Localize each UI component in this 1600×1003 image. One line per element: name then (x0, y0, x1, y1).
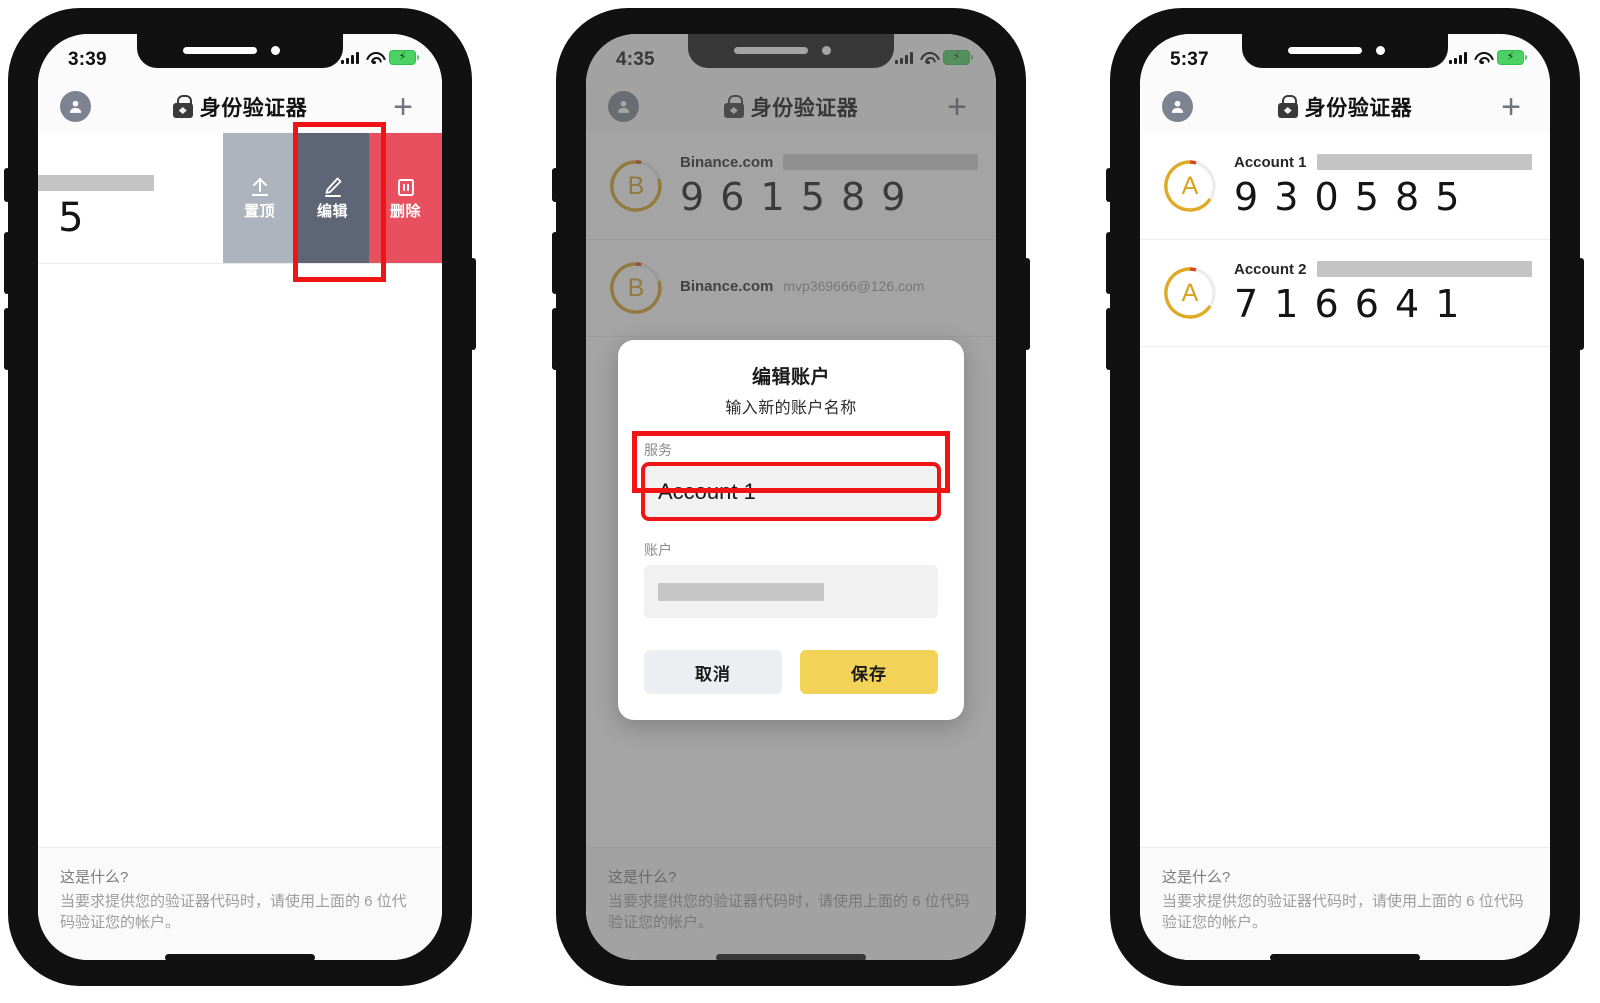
otp-code: 9 3 0 5 8 5 (1234, 175, 1462, 219)
mute-switch[interactable] (4, 168, 10, 202)
volume-up-button[interactable] (552, 232, 558, 294)
phone-1: 3:39 ⚡ 身份验证器 + 5 置顶 编辑 删除 这是什么? 当要求提供您的验… (4, 8, 476, 986)
edit-account-dialog: 编辑账户 输入新的账户名称 服务 Account 1 账户 取消 保存 (618, 340, 964, 720)
add-account-button[interactable]: + (388, 90, 418, 124)
cellular-signal-icon (341, 51, 359, 64)
account-name-mask (1316, 154, 1532, 170)
otp-progress-ring: A (1162, 265, 1218, 321)
battery-charging-icon: ⚡ (1497, 50, 1527, 65)
notch (137, 34, 343, 68)
account-input-mask (658, 582, 824, 601)
status-time: 5:37 (1170, 49, 1209, 70)
pin-to-top-label: 置顶 (243, 203, 275, 220)
phone-2: 4:35 ⚡ 身份验证器 + (552, 8, 1030, 986)
account-name-mask (38, 175, 154, 191)
status-time: 3:39 (68, 49, 107, 70)
trash-icon (394, 175, 418, 199)
account-header: Account 1 (1234, 153, 1532, 171)
save-button[interactable]: 保存 (800, 650, 938, 694)
earpiece-speaker (183, 47, 257, 54)
edit-action-highlight (293, 122, 386, 282)
otp-code: 7 1 6 6 4 1 (1234, 282, 1462, 326)
account-avatar-icon[interactable] (60, 91, 91, 122)
page-title: 身份验证器 (199, 96, 308, 120)
help-answer: 当要求提供您的验证器代码时，请使用上面的 6 位代码验证您的帐户。 (1162, 892, 1524, 932)
help-question: 这是什么? (1162, 868, 1231, 886)
phone-3-screen: 5:37 ⚡ 身份验证器 + A Account 1 9 3 0 5 8 5 A… (1140, 34, 1550, 960)
wifi-icon (1474, 52, 1490, 65)
volume-up-button[interactable] (4, 232, 10, 294)
list-item[interactable]: A Account 2 7 1 6 6 4 1 (1140, 240, 1550, 347)
front-camera (271, 46, 280, 55)
account-info: Account 2 7 1 6 6 4 1 (1234, 260, 1532, 326)
volume-up-button[interactable] (1106, 232, 1112, 294)
add-account-button[interactable]: + (1496, 90, 1526, 124)
account-avatar-icon[interactable] (1162, 91, 1193, 122)
dialog-subtitle: 输入新的账户名称 (725, 400, 857, 417)
otp-code-partial: 9 5 (38, 195, 87, 241)
delete-action-label: 删除 (389, 203, 421, 220)
power-button[interactable] (1578, 258, 1584, 350)
phone-2-screen: 4:35 ⚡ 身份验证器 + (586, 34, 996, 960)
cancel-button[interactable]: 取消 (644, 650, 782, 694)
mute-switch[interactable] (552, 168, 558, 202)
power-button[interactable] (1024, 258, 1030, 350)
wifi-icon (366, 52, 382, 65)
lock-icon (1277, 95, 1298, 118)
list-item[interactable]: A Account 1 9 3 0 5 8 5 (1140, 133, 1550, 240)
help-answer: 当要求提供您的验证器代码时，请使用上面的 6 位代码验证您的帐户。 (60, 892, 407, 932)
notch (1242, 34, 1448, 68)
home-indicator (1270, 954, 1420, 960)
battery-charging-icon: ⚡ (389, 50, 419, 65)
account-header: Account 2 (1234, 260, 1532, 278)
front-camera (1376, 46, 1385, 55)
arrow-up-icon (248, 175, 272, 199)
mute-switch[interactable] (1106, 168, 1112, 202)
home-indicator (165, 954, 315, 960)
account-name-mask (1316, 261, 1532, 277)
earpiece-speaker (1288, 47, 1362, 54)
account-service: Account 2 (1234, 260, 1307, 278)
pin-to-top-action[interactable]: 置顶 (223, 133, 296, 263)
otp-progress-ring: A (1162, 158, 1218, 214)
status-icons: ⚡ (1449, 50, 1527, 65)
account-field-label: 账户 (644, 542, 672, 558)
cellular-signal-icon (1449, 51, 1467, 64)
phone-3: 5:37 ⚡ 身份验证器 + A Account 1 9 3 0 5 8 5 A… (1106, 8, 1584, 986)
volume-down-button[interactable] (552, 308, 558, 370)
three-phone-tutorial-screenshot: 3:39 ⚡ 身份验证器 + 5 置顶 编辑 删除 这是什么? 当要求提供您的验… (0, 0, 1600, 1003)
page-title: 身份验证器 (1304, 96, 1413, 120)
app-header: 身份验证器 + (1140, 80, 1550, 133)
issuer-initial: A (1181, 278, 1199, 307)
account-info: Account 1 9 3 0 5 8 5 (1234, 153, 1532, 219)
help-question: 这是什么? (60, 868, 129, 886)
account-input[interactable] (644, 565, 938, 618)
dialog-actions: 取消 保存 (644, 650, 938, 694)
lock-icon (172, 95, 193, 118)
help-footer: 这是什么? 当要求提供您的验证器代码时，请使用上面的 6 位代码验证您的帐户。 (1140, 846, 1550, 960)
account-list: A Account 1 9 3 0 5 8 5 A Account 2 7 1 … (1140, 133, 1550, 960)
issuer-initial: A (1181, 171, 1199, 200)
power-button[interactable] (470, 258, 476, 350)
account-service: Account 1 (1234, 153, 1307, 171)
app-title-wrap: 身份验证器 (1140, 80, 1550, 133)
service-field-highlight (632, 431, 950, 493)
dialog-title: 编辑账户 (751, 367, 830, 388)
volume-down-button[interactable] (1106, 308, 1112, 370)
status-icons: ⚡ (341, 50, 419, 65)
volume-down-button[interactable] (4, 308, 10, 370)
help-footer: 这是什么? 当要求提供您的验证器代码时，请使用上面的 6 位代码验证您的帐户。 (38, 846, 442, 960)
